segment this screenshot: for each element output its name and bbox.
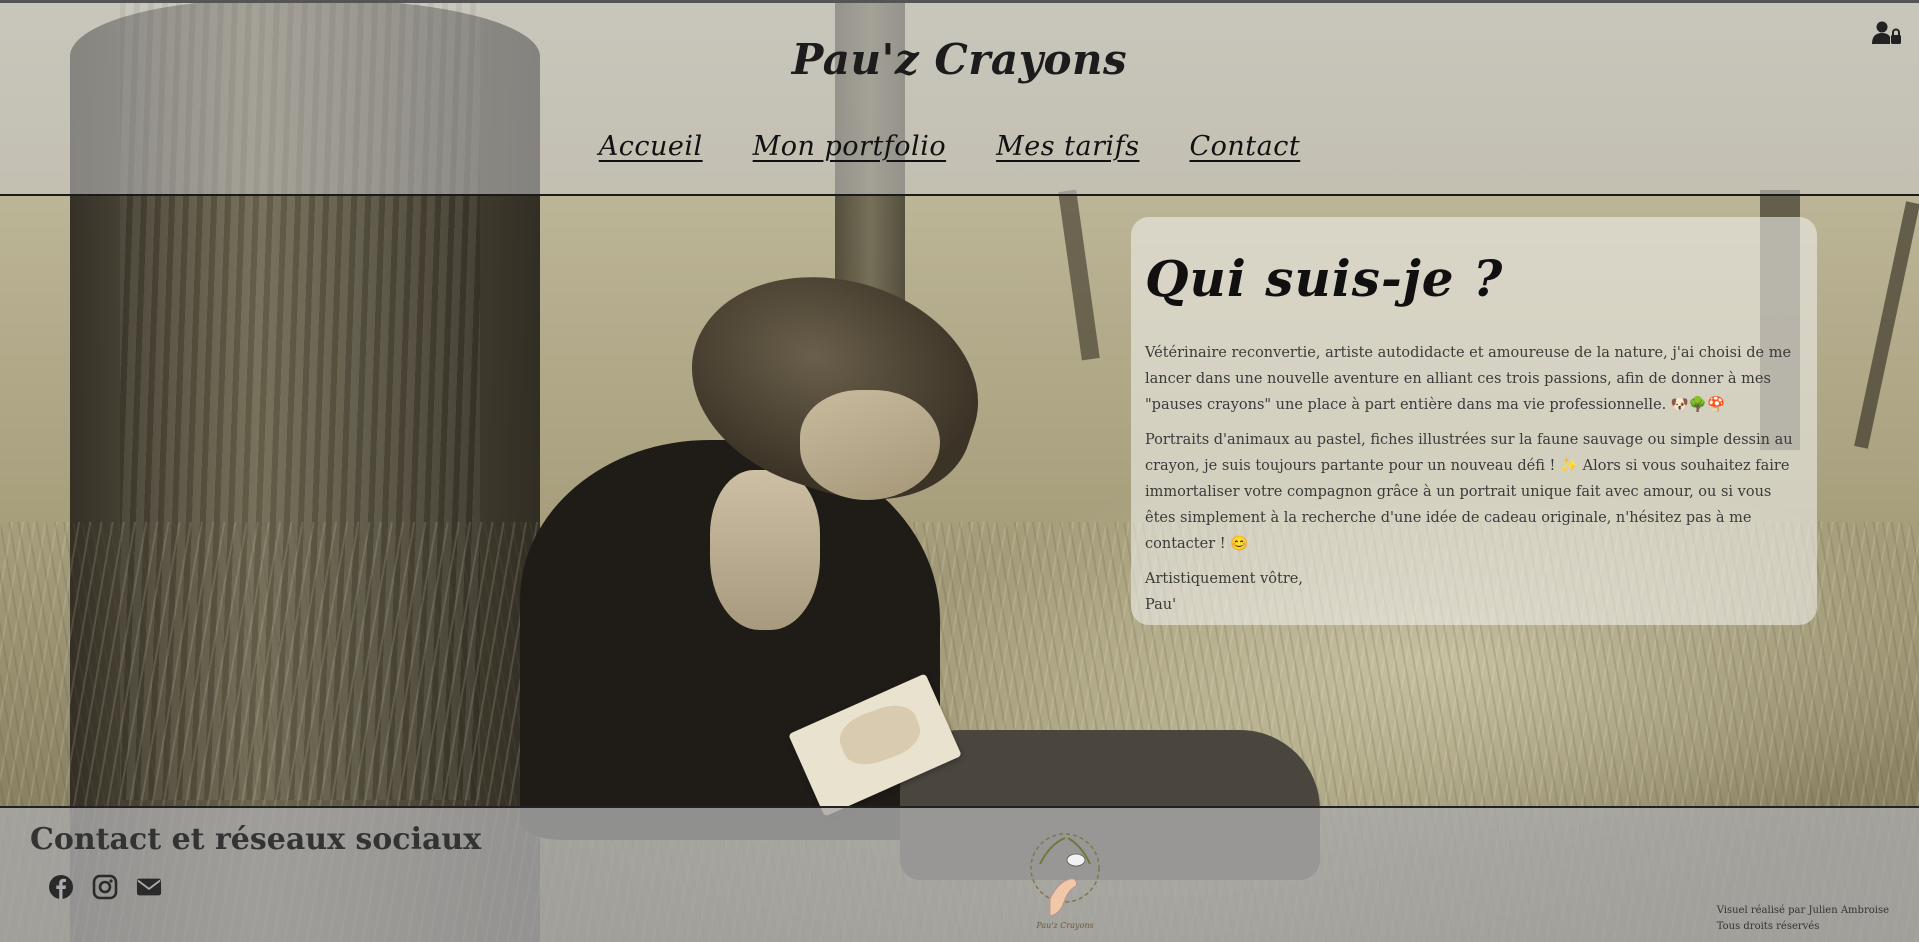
facebook-icon	[49, 875, 73, 899]
facebook-link[interactable]	[48, 874, 74, 900]
instagram-icon	[92, 874, 118, 900]
main-nav: Accueil Mon portfolio Mes tarifs Contact	[0, 131, 1919, 162]
rights-line: Tous droits réservés	[1716, 921, 1820, 932]
credit-line: Visuel réalisé par Julien Ambroise	[1716, 905, 1889, 916]
social-links	[48, 874, 162, 900]
nav-link-contact[interactable]: Contact	[1190, 131, 1301, 162]
login-button[interactable]	[1871, 19, 1903, 47]
svg-text:Pau'z Crayons: Pau'z Crayons	[1035, 921, 1093, 930]
site-title: Pau'z Crayons	[791, 35, 1128, 84]
artist-figure-neck	[710, 470, 820, 630]
about-card: Qui suis-je ? Vétérinaire reconvertie, a…	[1131, 217, 1817, 625]
nav-link-tarifs[interactable]: Mes tarifs	[996, 131, 1139, 162]
background-tree	[1854, 201, 1919, 449]
credits: Visuel réalisé par Julien Ambroise Tous …	[1717, 903, 1889, 935]
background-tree	[1058, 189, 1100, 361]
site-header: Pau'z Crayons Accueil Mon portfolio Mes …	[0, 0, 1919, 196]
email-icon	[136, 878, 162, 896]
about-title: Qui suis-je ?	[1145, 249, 1504, 308]
nav-link-portfolio[interactable]: Mon portfolio	[753, 131, 946, 162]
footer-title: Contact et réseaux sociaux	[30, 822, 482, 857]
email-link[interactable]	[136, 874, 162, 900]
about-paragraph: Vétérinaire reconvertie, artiste autodid…	[1145, 345, 1792, 413]
site-logo: Pau'z Crayons	[1020, 824, 1110, 934]
about-paragraph: Portraits d'animaux au pastel, fiches il…	[1145, 432, 1793, 552]
user-lock-icon	[1872, 21, 1901, 44]
signature-line: Artistiquement vôtre,	[1145, 571, 1303, 587]
signature-name: Pau'	[1145, 597, 1177, 613]
site-footer: Contact et réseaux sociaux Pau'z Crayons…	[0, 806, 1919, 942]
nav-link-accueil[interactable]: Accueil	[599, 131, 703, 162]
instagram-link[interactable]	[92, 874, 118, 900]
